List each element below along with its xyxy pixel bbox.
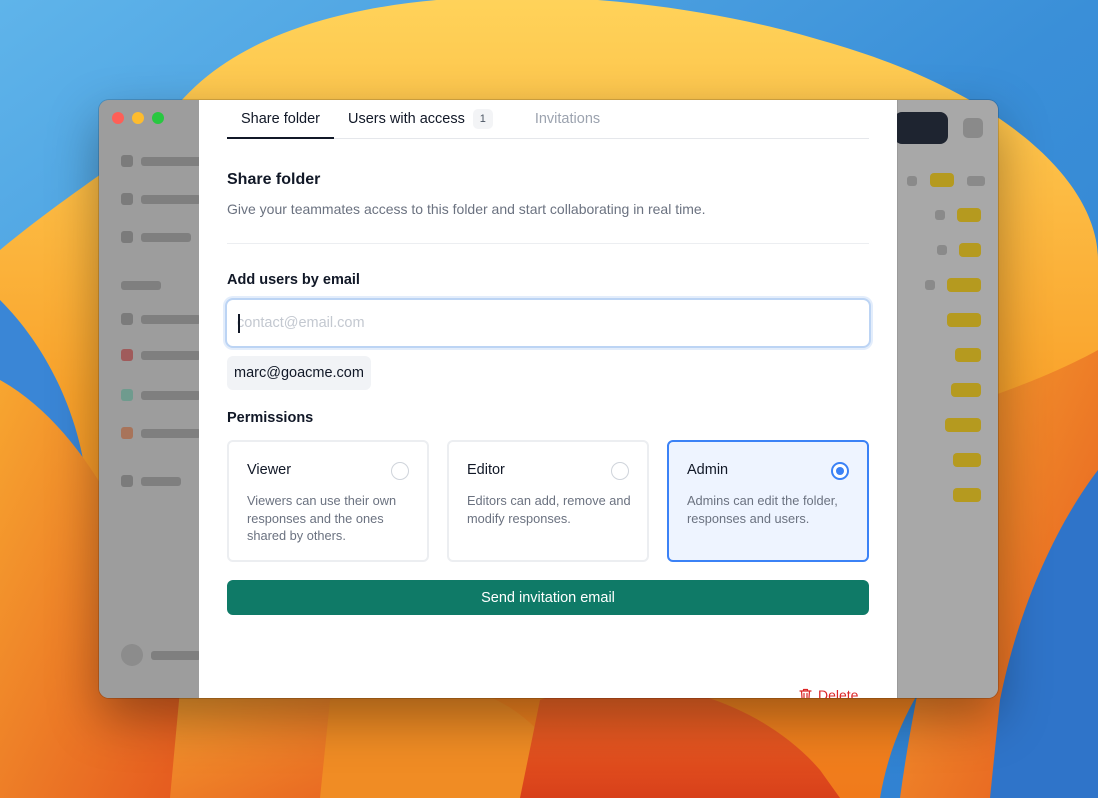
background-primary-button bbox=[894, 112, 948, 144]
background-sidebar-item bbox=[121, 192, 201, 206]
send-invitation-button[interactable]: Send invitation email bbox=[227, 580, 869, 615]
permission-name: Viewer bbox=[247, 462, 292, 478]
modal-tabs: Share folder Users with access 1 Invitat… bbox=[227, 100, 869, 139]
background-tag bbox=[953, 488, 981, 502]
background-icon bbox=[925, 280, 935, 290]
permission-option-admin[interactable]: Admin Admins can edit the folder, respon… bbox=[667, 440, 869, 562]
permissions-label: Permissions bbox=[227, 410, 314, 426]
background-sidebar-item bbox=[121, 474, 181, 488]
background-tag bbox=[947, 278, 981, 292]
background-tag bbox=[947, 313, 981, 327]
permission-description: Admins can edit the folder, responses an… bbox=[687, 493, 838, 526]
background-tag bbox=[951, 383, 981, 397]
add-users-label: Add users by email bbox=[227, 272, 360, 288]
section-title: Share folder bbox=[227, 171, 321, 188]
background-tag bbox=[945, 418, 981, 432]
zoom-window-button[interactable] bbox=[152, 112, 164, 124]
viewer-radio[interactable] bbox=[391, 462, 409, 480]
permission-description: Viewers can use their own responses and … bbox=[247, 493, 397, 543]
tab-users-with-access-label: Users with access bbox=[348, 110, 465, 127]
email-input-container bbox=[225, 298, 871, 348]
background-sidebar-heading bbox=[121, 278, 161, 292]
background-menu-icon bbox=[963, 118, 983, 138]
editor-radio[interactable] bbox=[611, 462, 629, 480]
background-sidebar-item bbox=[121, 388, 201, 402]
close-window-button[interactable] bbox=[112, 112, 124, 124]
background-icon bbox=[937, 245, 947, 255]
background-user-profile bbox=[121, 644, 201, 666]
background-icon bbox=[935, 210, 945, 220]
divider bbox=[227, 243, 869, 244]
background-tag bbox=[957, 208, 981, 222]
background-sidebar-item bbox=[121, 154, 211, 168]
email-input[interactable] bbox=[237, 311, 857, 335]
background-icon bbox=[967, 176, 985, 186]
app-window: Share folder Users with access 1 Invitat… bbox=[99, 100, 998, 698]
permission-option-editor[interactable]: Editor Editors can add, remove and modif… bbox=[447, 440, 649, 562]
tab-share-folder[interactable]: Share folder bbox=[227, 100, 334, 139]
background-sidebar-item bbox=[121, 426, 201, 440]
tab-invitations-label: Invitations bbox=[534, 110, 601, 127]
send-invitation-label: Send invitation email bbox=[481, 589, 615, 606]
tab-share-folder-label: Share folder bbox=[241, 110, 320, 127]
admin-radio[interactable] bbox=[831, 462, 849, 480]
section-description: Give your teammates access to this folde… bbox=[227, 201, 706, 217]
permission-name: Editor bbox=[467, 462, 505, 478]
delete-button[interactable]: Delete bbox=[799, 687, 858, 698]
email-chip[interactable]: marc@goacme.com bbox=[227, 356, 371, 390]
background-tag bbox=[930, 173, 954, 187]
background-tag bbox=[955, 348, 981, 362]
permission-description: Editors can add, remove and modify respo… bbox=[467, 493, 631, 526]
window-controls bbox=[112, 112, 164, 124]
background-sidebar-item bbox=[121, 230, 191, 244]
background-sidebar-item bbox=[121, 312, 201, 326]
background-icon bbox=[907, 176, 917, 186]
tab-invitations[interactable]: Invitations bbox=[521, 100, 614, 138]
background-tag bbox=[953, 453, 981, 467]
background-sidebar-item bbox=[121, 348, 201, 362]
users-count-badge: 1 bbox=[472, 108, 493, 129]
minimize-window-button[interactable] bbox=[132, 112, 144, 124]
tab-users-with-access[interactable]: Users with access 1 bbox=[334, 100, 507, 138]
background-content bbox=[898, 100, 998, 698]
permission-name: Admin bbox=[687, 462, 729, 478]
permission-option-viewer[interactable]: Viewer Viewers can use their own respons… bbox=[227, 440, 429, 562]
share-folder-modal: Share folder Users with access 1 Invitat… bbox=[199, 100, 897, 698]
text-caret bbox=[238, 314, 240, 333]
delete-label: Delete bbox=[818, 687, 859, 698]
background-sidebar bbox=[99, 100, 211, 698]
email-chip-label: marc@goacme.com bbox=[234, 365, 364, 381]
trash-icon bbox=[799, 688, 812, 698]
background-tag bbox=[959, 243, 981, 257]
